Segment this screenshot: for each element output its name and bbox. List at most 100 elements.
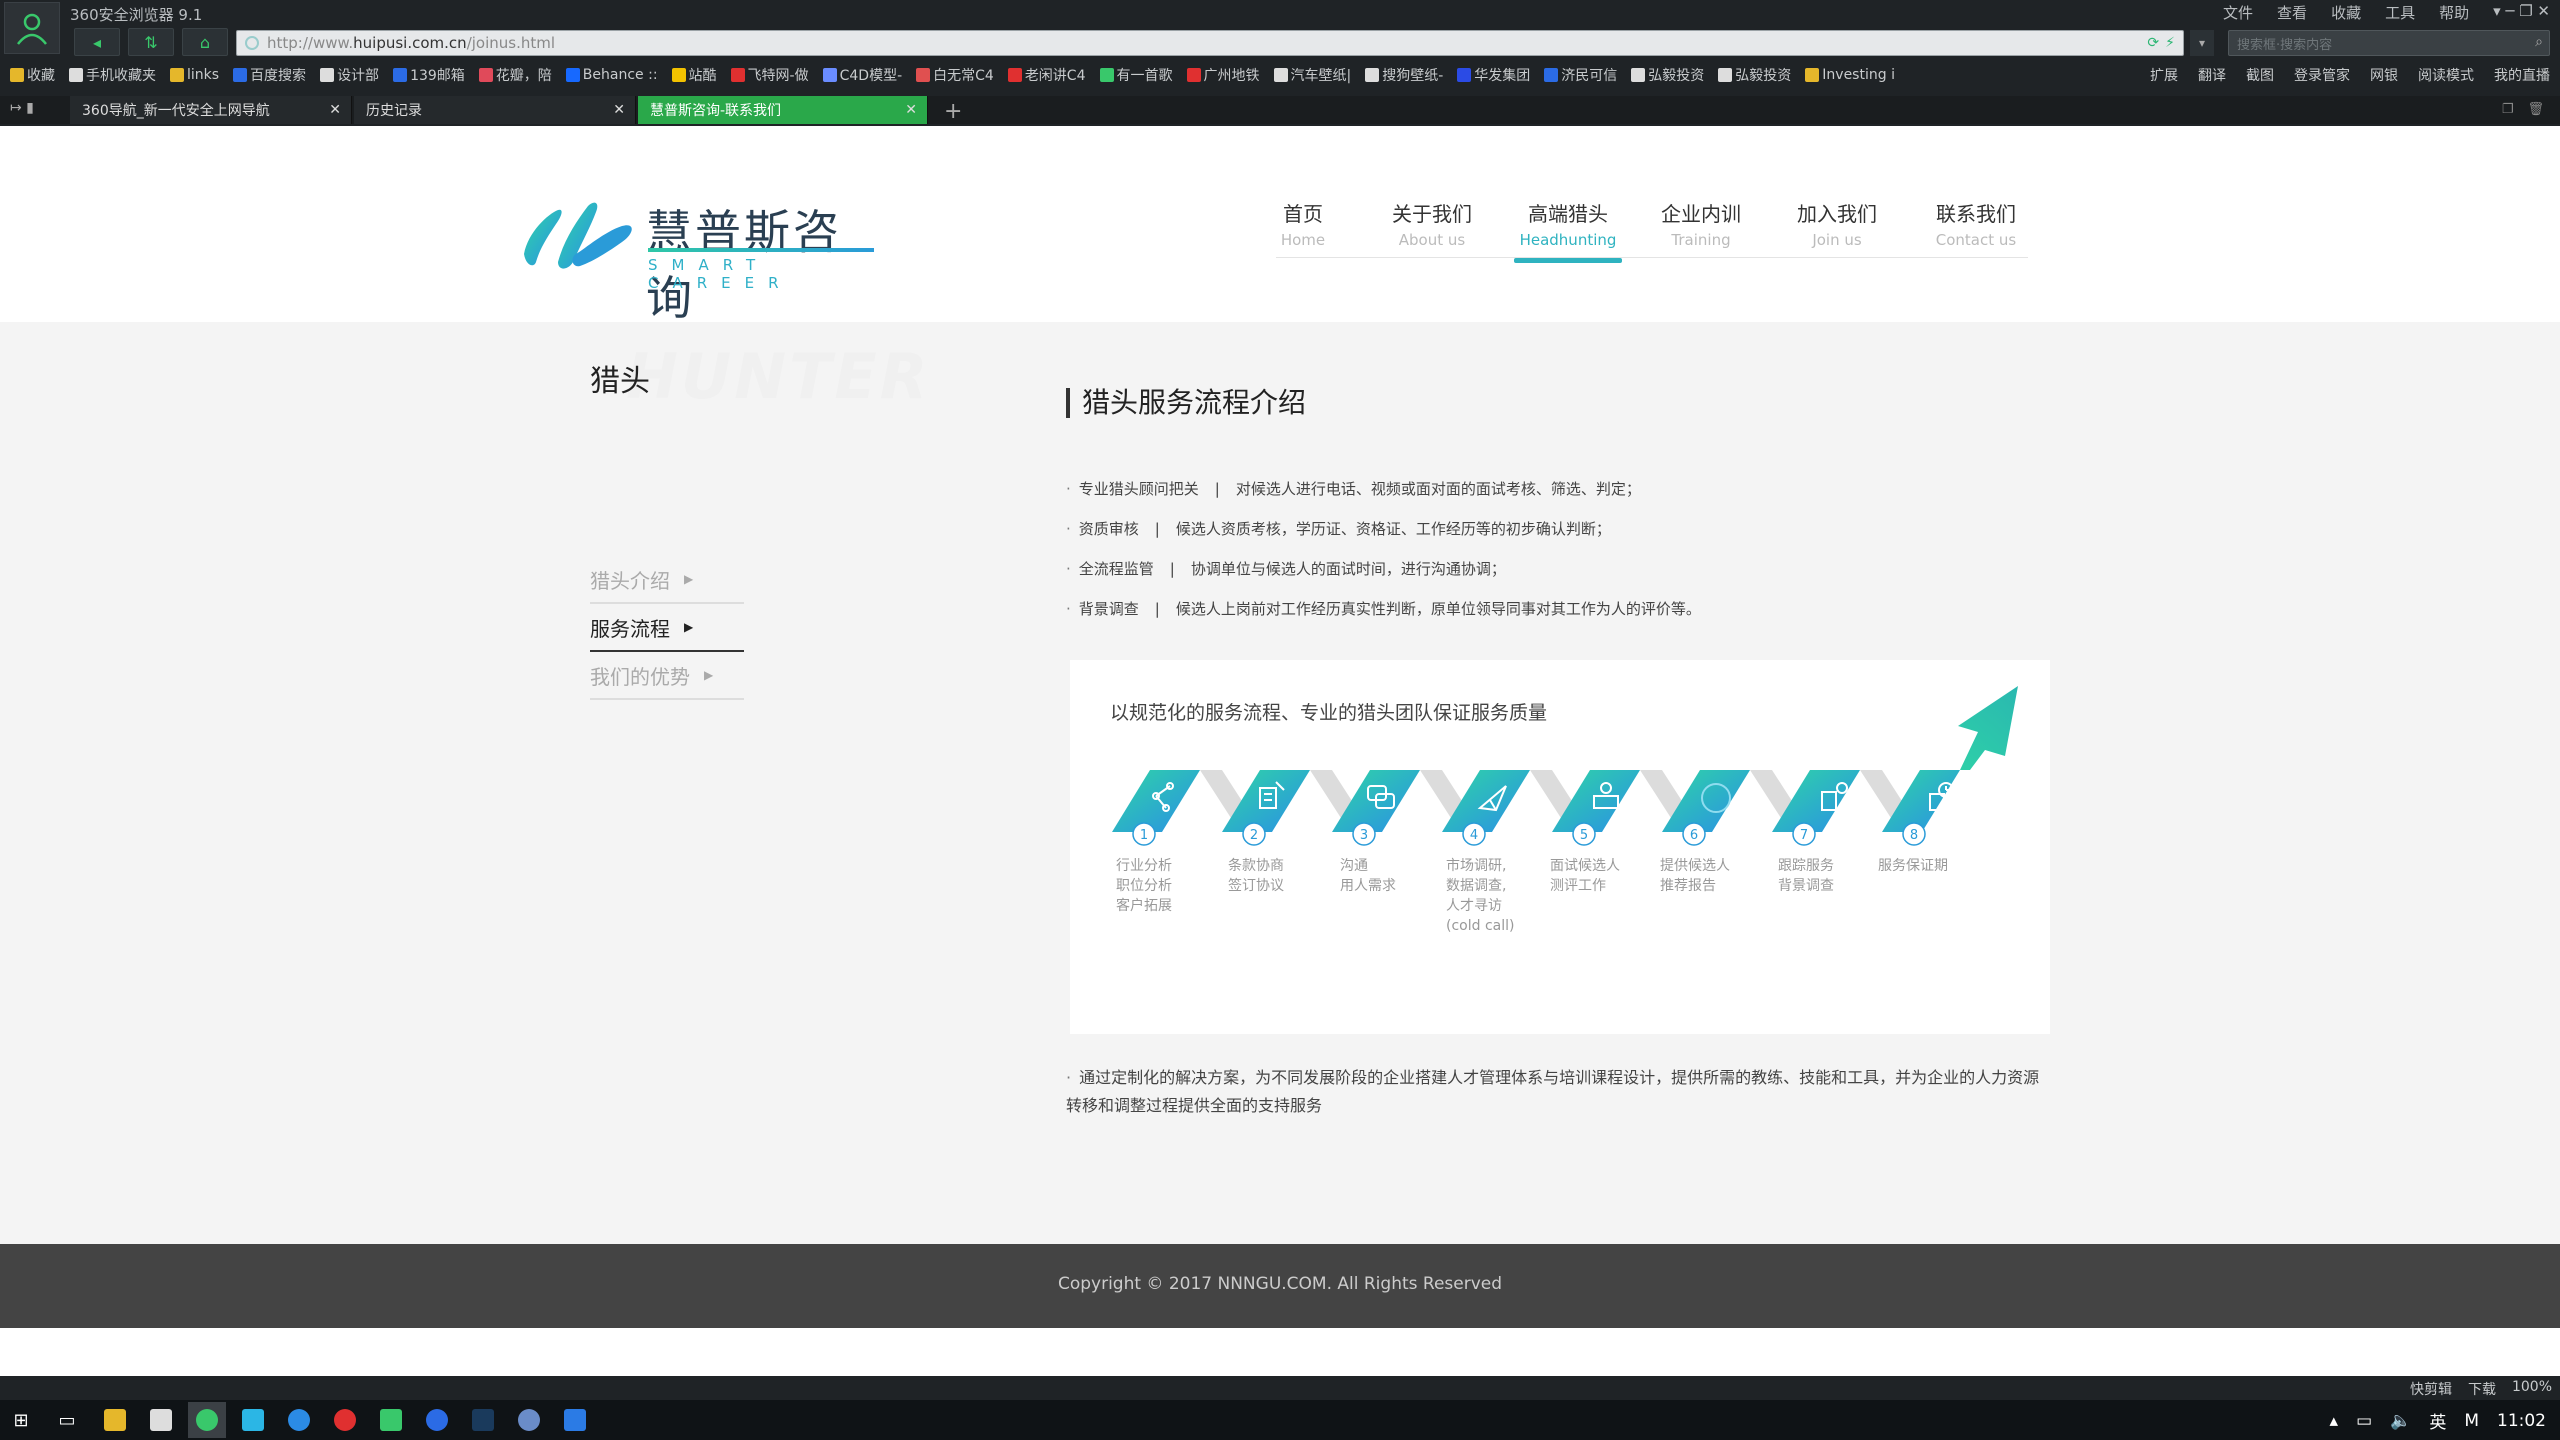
lightning-icon[interactable]: ⚡ <box>2165 35 2175 51</box>
browser-statusbar: 快剪辑 下载 100% <box>0 1376 2560 1400</box>
tab-history[interactable]: 历史记录 ✕ <box>354 96 636 124</box>
app-blue-icon[interactable] <box>418 1402 456 1438</box>
download-button[interactable]: 下载 <box>2468 1379 2496 1399</box>
qq-icon[interactable] <box>326 1402 364 1438</box>
screenshot-button[interactable]: 截图 <box>2246 65 2274 85</box>
reading-mode-button[interactable]: 阅读模式 <box>2418 65 2474 85</box>
bookmark-item[interactable]: 广州地铁 <box>1186 65 1260 85</box>
input-language[interactable]: 英 <box>2429 1408 2446 1433</box>
sidebar-toggle-icon[interactable]: ↦ ▮ <box>10 100 34 116</box>
volume-icon[interactable]: 🔈 <box>2390 1411 2411 1431</box>
nav-headhunting[interactable]: 高端猎头 Headhunting <box>1514 198 1622 249</box>
search-input[interactable]: 搜索框·搜索内容 ⌕ <box>2228 30 2550 56</box>
bookmark-item[interactable]: 弘毅投资 <box>1631 65 1704 85</box>
bookmark-item[interactable]: 华发集团 <box>1457 65 1530 85</box>
sidebar-ghost-text: HUNTER <box>626 340 931 413</box>
sidebar-item-process[interactable]: 服务流程 ▶ <box>590 604 744 652</box>
nav-home[interactable]: 首页 Home <box>1278 198 1328 249</box>
site-logo[interactable]: 慧普斯咨询 SMART CAREER <box>518 192 878 325</box>
bookmark-item[interactable]: links <box>170 67 219 83</box>
nav-training[interactable]: 企业内训 Training <box>1656 198 1746 249</box>
bookmark-item[interactable]: 手机收藏夹 <box>69 65 156 85</box>
ime-icon[interactable]: M <box>2464 1411 2479 1431</box>
menu-tools[interactable]: 工具 <box>2385 2 2415 23</box>
copyright-text: Copyright © 2017 NNNGU.COM. All Rights R… <box>1057 1274 1503 1294</box>
bookmark-item[interactable]: 汽车壁纸| <box>1273 65 1351 85</box>
bookmark-item[interactable]: 老闲讲C4 <box>1007 65 1086 85</box>
messenger-icon[interactable] <box>280 1402 318 1438</box>
step-number-3: 3 <box>1360 828 1368 843</box>
quick-clip-button[interactable]: 快剪辑 <box>2410 1379 2452 1399</box>
tab-tools[interactable]: ❐ 🗑 <box>2502 102 2544 117</box>
page-bottom <box>0 1328 2560 1376</box>
address-bar[interactable]: http://www. huipusi.com.cn/joinus.html ⟳ ⚡ <box>236 30 2184 56</box>
trash-icon: 🗑 <box>2527 102 2544 117</box>
bookmark-item[interactable]: Behance :: <box>565 67 658 83</box>
bookmark-item[interactable]: 站酷 <box>671 65 717 85</box>
step-label-5: 面试候选人 测评工作 <box>1550 858 1620 894</box>
nav-contact[interactable]: 联系我们 Contact us <box>1930 198 2022 249</box>
user-avatar[interactable] <box>4 2 60 54</box>
bookmark-item[interactable]: 设计部 <box>320 65 379 85</box>
translate-button[interactable]: 翻译 <box>2198 65 2226 85</box>
address-dropdown-button[interactable]: ▾ <box>2190 30 2214 56</box>
window-controls[interactable]: ▾ ─ ❐ ✕ <box>2493 2 2550 23</box>
nav-join[interactable]: 加入我们 Join us <box>1792 198 1882 249</box>
new-tab-button[interactable]: + <box>944 99 962 124</box>
photoshop-icon[interactable] <box>464 1402 502 1438</box>
tray-expand-icon[interactable]: ▴ <box>2330 1411 2339 1431</box>
close-icon[interactable]: ✕ <box>329 102 341 118</box>
triangle-right-icon: ▶ <box>704 668 714 682</box>
start-icon[interactable]: ⊞ <box>2 1402 40 1438</box>
bookmark-item[interactable]: 花瓣，陪 <box>478 65 552 85</box>
task-view-icon[interactable]: ▭ <box>48 1402 86 1438</box>
zoom-level[interactable]: 100% <box>2512 1379 2552 1399</box>
step-number-1: 1 <box>1140 828 1148 843</box>
step-number-6: 6 <box>1690 828 1698 843</box>
nav-about[interactable]: 关于我们 About us <box>1386 198 1478 249</box>
bookmark-item[interactable]: 济民可信 <box>1544 65 1617 85</box>
search-icon[interactable]: ⌕ <box>2535 34 2543 50</box>
sidebar-item-intro[interactable]: 猎头介绍 ▶ <box>590 556 744 604</box>
arrow-head-icon <box>1920 686 2018 770</box>
menu-favorites[interactable]: 收藏 <box>2331 2 2361 23</box>
store-icon[interactable] <box>142 1402 180 1438</box>
user-icon <box>17 13 47 45</box>
refresh-icon[interactable]: ⟳ <box>2147 35 2159 51</box>
player-icon[interactable] <box>234 1402 272 1438</box>
close-icon[interactable]: ✕ <box>613 102 625 118</box>
browser-chrome: 360安全浏览器 9.1 文件 查看 收藏 工具 帮助 ▾ ─ ❐ ✕ ◂ ⇅ … <box>0 0 2560 126</box>
bookmark-item[interactable]: 搜狗壁纸- <box>1365 65 1443 85</box>
app-globe-icon[interactable] <box>510 1402 548 1438</box>
tab-active-page[interactable]: 慧普斯咨询-联系我们 ✕ <box>638 96 928 124</box>
file-explorer-icon[interactable] <box>96 1402 134 1438</box>
word-icon[interactable] <box>556 1402 594 1438</box>
bookmark-item[interactable]: 弘毅投资 <box>1718 65 1791 85</box>
menu-help[interactable]: 帮助 <box>2439 2 2469 23</box>
bookmark-item[interactable]: Investing i <box>1805 67 1895 83</box>
browser-360-icon[interactable] <box>188 1402 226 1438</box>
bookmark-item[interactable]: 飞特网-做 <box>730 65 809 85</box>
bookmark-item[interactable]: 139邮箱 <box>393 65 465 85</box>
bookmark-item[interactable]: 收藏 <box>10 65 55 85</box>
home-button[interactable]: ⌂ <box>182 28 228 56</box>
os-taskbar: ⊞ ▭ ▴ ▭ 🔈 英 M 11:02 <box>0 1400 2560 1440</box>
refresh-button[interactable]: ⇅ <box>128 28 174 56</box>
bookmark-item[interactable]: 有一首歌 <box>1099 65 1173 85</box>
bookmark-item[interactable]: C4D模型- <box>822 65 902 85</box>
back-button[interactable]: ◂ <box>74 28 120 56</box>
menu-view[interactable]: 查看 <box>2277 2 2307 23</box>
live-button[interactable]: 我的直播 <box>2494 65 2550 85</box>
bookmark-item[interactable]: 白无常C4 <box>916 65 994 85</box>
tab-360-nav[interactable]: 360导航_新一代安全上网导航 ✕ <box>70 96 352 124</box>
extensions-button[interactable]: 扩展 <box>2150 65 2178 85</box>
clock[interactable]: 11:02 <box>2497 1411 2546 1431</box>
network-icon[interactable]: ▭ <box>2356 1411 2372 1431</box>
app-green-icon[interactable] <box>372 1402 410 1438</box>
sidebar-item-advantages[interactable]: 我们的优势 ▶ <box>590 652 744 700</box>
login-manager-button[interactable]: 登录管家 <box>2294 65 2350 85</box>
menu-file[interactable]: 文件 <box>2223 2 2253 23</box>
bookmark-item[interactable]: 百度搜索 <box>233 65 306 85</box>
close-icon[interactable]: ✕ <box>905 102 917 118</box>
bank-button[interactable]: 网银 <box>2370 65 2398 85</box>
